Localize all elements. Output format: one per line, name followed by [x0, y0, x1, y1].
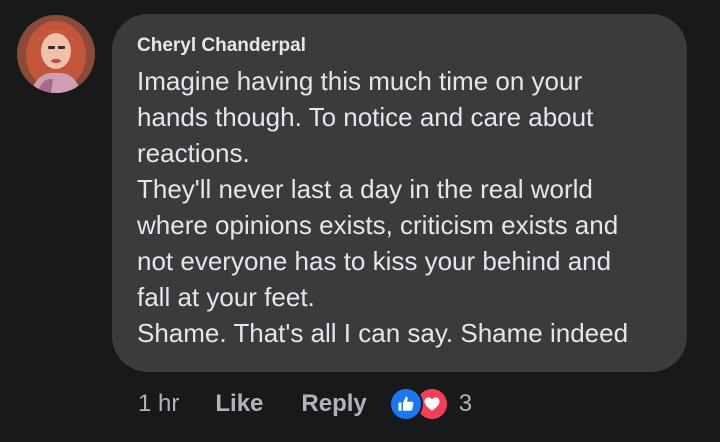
avatar[interactable] — [17, 15, 95, 93]
like-button[interactable]: Like — [215, 390, 263, 418]
reply-button[interactable]: Reply — [301, 390, 366, 418]
thumbs-up-icon — [388, 387, 423, 421]
reaction-count: 3 — [458, 390, 473, 417]
comment-actions: 1 hr Like Reply 3 — [138, 386, 472, 422]
comment-timestamp[interactable]: 1 hr — [138, 390, 179, 418]
reactions-summary[interactable]: 3 — [388, 387, 473, 421]
comment-author[interactable]: Cheryl Chanderpal — [137, 34, 663, 58]
profile-photo — [17, 15, 95, 93]
comment-text: Imagine having this much time on your ha… — [137, 66, 629, 348]
comment-bubble: Cheryl Chanderpal Imagine having this mu… — [112, 14, 687, 372]
